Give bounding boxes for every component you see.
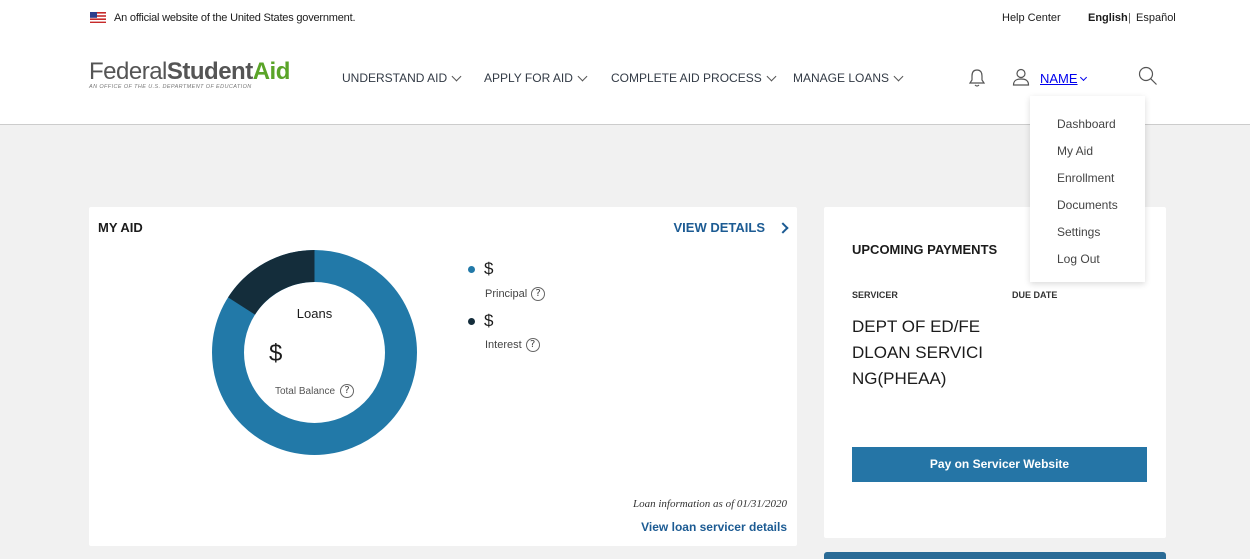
- total-balance-label: Total Balance: [274, 385, 336, 397]
- legend-interest: $: [468, 311, 493, 331]
- servicer-name: DEPT OF ED/FEDLOAN SERVICING(PHEAA): [852, 317, 984, 388]
- view-details-link[interactable]: VIEW DETAILS: [673, 220, 789, 235]
- search-icon[interactable]: [1138, 66, 1158, 86]
- user-dropdown-menu: Dashboard My Aid Enrollment Documents Se…: [1030, 96, 1145, 282]
- logo-aid: Aid: [252, 58, 291, 85]
- chevron-down-icon: [893, 71, 904, 81]
- language-english-link[interactable]: English: [1088, 12, 1128, 24]
- nav-manage-loans[interactable]: MANAGE LOANS: [793, 71, 904, 85]
- user-name-menu[interactable]: NAME: [1040, 71, 1087, 86]
- language-separator: |: [1128, 12, 1131, 24]
- nav-label: APPLY FOR AID: [484, 71, 573, 85]
- upcoming-payments-title: UPCOMING PAYMENTS: [852, 242, 998, 257]
- nav-label: COMPLETE AID PROCESS: [611, 71, 762, 85]
- chevron-down-icon: [451, 71, 462, 81]
- principal-label: Principal: [485, 288, 528, 300]
- interest-label: Interest: [485, 339, 522, 351]
- pay-on-servicer-button[interactable]: Pay on Servicer Website: [852, 447, 1147, 482]
- help-icon[interactable]: ?: [531, 287, 546, 301]
- chevron-down-icon: [766, 71, 777, 81]
- nav-understand-aid[interactable]: UNDERSTAND AID: [342, 71, 462, 85]
- menu-item-log-out[interactable]: Log Out: [1030, 251, 1145, 278]
- official-site-text: An official website of the United States…: [114, 12, 356, 24]
- my-aid-title: MY AID: [98, 220, 143, 235]
- language-spanish-link[interactable]: Español: [1136, 12, 1176, 24]
- chevron-down-icon: [577, 71, 588, 81]
- legend-dot-principal: [468, 265, 475, 273]
- help-icon[interactable]: ?: [525, 338, 540, 352]
- user-name-label: NAME: [1040, 71, 1078, 86]
- interest-value: $: [484, 311, 494, 330]
- logo-federal: Federal: [89, 58, 167, 85]
- nav-label: UNDERSTAND AID: [342, 71, 448, 85]
- help-icon[interactable]: ?: [340, 384, 355, 398]
- principal-value: $: [484, 259, 494, 278]
- bell-icon[interactable]: [968, 68, 986, 88]
- chevron-right-icon: [777, 221, 789, 234]
- legend-dot-interest: [468, 317, 475, 325]
- gov-banner: An official website of the United States…: [0, 0, 1250, 38]
- legend-principal: $: [468, 259, 493, 279]
- donut-label: Loans: [296, 306, 333, 321]
- due-date-column-header: DUE DATE: [1012, 290, 1058, 300]
- loan-info-date: Loan information as of 01/31/2020: [632, 498, 787, 510]
- help-center-link[interactable]: Help Center: [1002, 12, 1061, 24]
- logo-wordmark: FederalStudentAid: [89, 58, 290, 86]
- interest-label-row: Interest ?: [485, 338, 540, 352]
- view-details-label: VIEW DETAILS: [673, 220, 765, 235]
- nav-label: MANAGE LOANS: [793, 71, 890, 85]
- fsa-logo[interactable]: FederalStudentAid An OFFICE of the U.S. …: [89, 58, 290, 90]
- nav-apply-for-aid[interactable]: APPLY FOR AID: [484, 71, 588, 85]
- next-card-top-edge: [824, 552, 1166, 559]
- menu-item-enrollment[interactable]: Enrollment: [1030, 170, 1145, 197]
- us-flag-icon: [90, 12, 106, 23]
- user-icon[interactable]: [1012, 68, 1030, 86]
- servicer-column-header: SERVICER: [852, 290, 898, 300]
- nav-complete-aid-process[interactable]: COMPLETE AID PROCESS: [611, 71, 777, 85]
- view-loan-servicer-link[interactable]: View loan servicer details: [641, 520, 787, 534]
- menu-item-dashboard[interactable]: Dashboard: [1030, 116, 1145, 143]
- menu-item-my-aid[interactable]: My Aid: [1030, 143, 1145, 170]
- menu-item-settings[interactable]: Settings: [1030, 224, 1145, 251]
- total-balance-row: Total Balance ?: [212, 384, 417, 398]
- logo-student: Student: [166, 58, 253, 85]
- chevron-down-icon: [1079, 73, 1087, 81]
- my-aid-card: MY AID VIEW DETAILS Loans $ Total Balanc…: [89, 207, 797, 546]
- total-balance-value: $: [269, 340, 283, 367]
- donut-center: Loans $ Total Balance ?: [212, 250, 417, 455]
- menu-item-documents[interactable]: Documents: [1030, 197, 1145, 224]
- principal-label-row: Principal ?: [485, 287, 546, 301]
